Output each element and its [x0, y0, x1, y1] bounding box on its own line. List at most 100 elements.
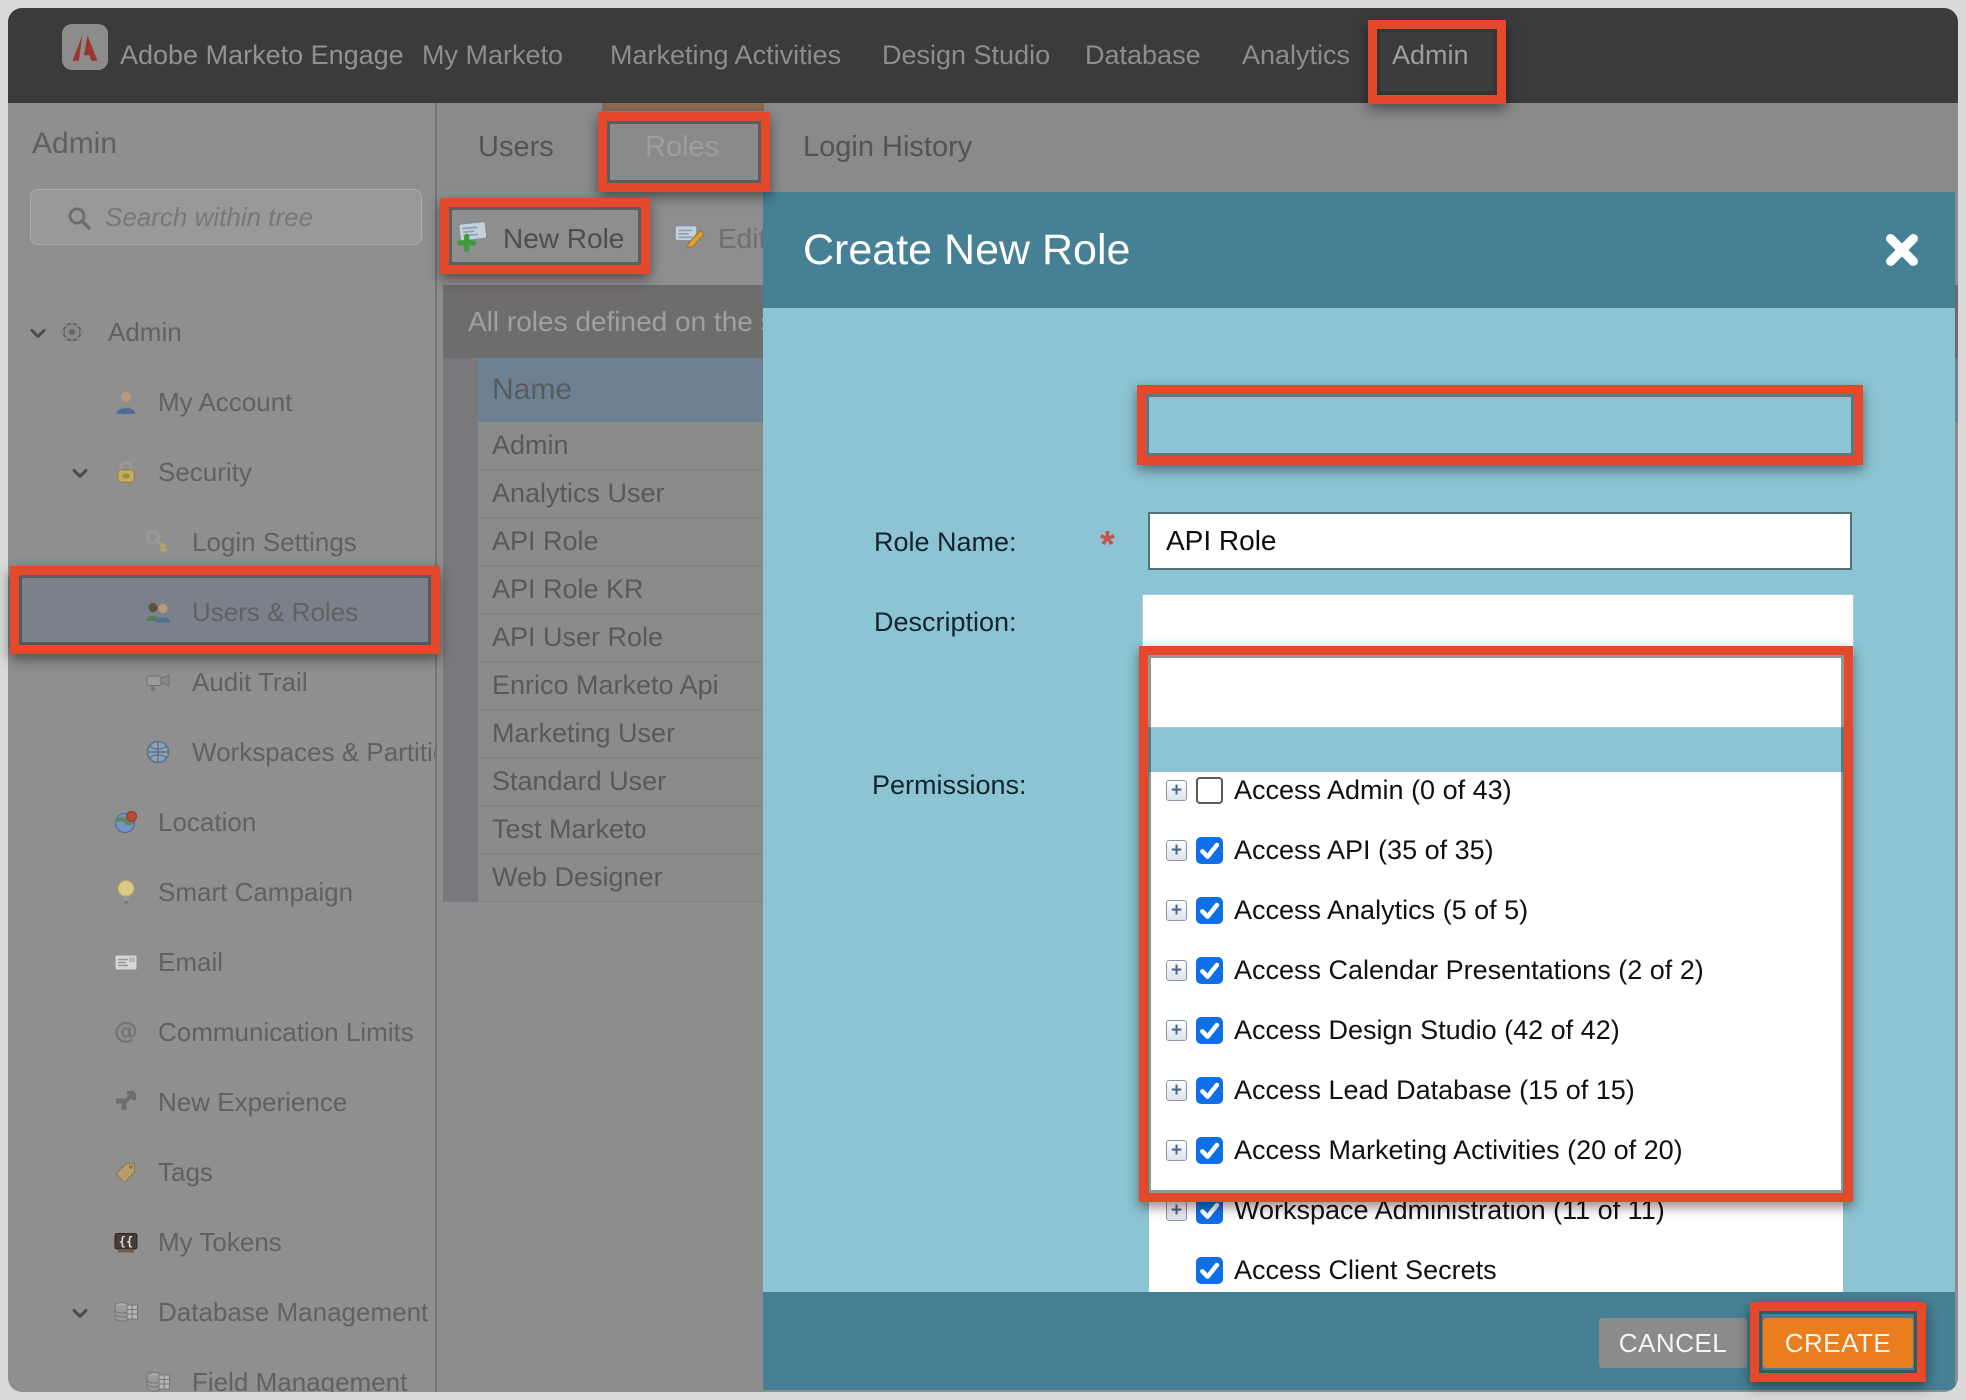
nav-item-marketing-activities[interactable]: Marketing Activities [610, 8, 841, 103]
expand-plus-icon[interactable]: + [1166, 960, 1187, 981]
globe-icon [144, 738, 172, 766]
sidebar-item-label: Login Settings [192, 507, 357, 577]
tab-login-history[interactable]: Login History [803, 103, 972, 192]
permission-row-workspace-administration-11-of-11: + Workspace Administration (11 of 11) [1149, 1192, 1843, 1228]
checkbox-checked[interactable] [1196, 1197, 1223, 1224]
permission-label: Access Admin (0 of 43) [1234, 772, 1512, 808]
sidebar-item-label: My Tokens [158, 1207, 282, 1277]
permission-row-access-lead-database-15-of-15: + Access Lead Database (15 of 15) [1149, 1072, 1843, 1108]
checkbox-checked[interactable] [1196, 957, 1223, 984]
globe-pin-icon [112, 808, 140, 836]
sidebar-item-label: My Account [158, 367, 292, 437]
search-icon [65, 204, 93, 237]
sidebar-item-label: Location [158, 787, 256, 857]
edit-icon [672, 219, 708, 258]
expand-plus-icon[interactable]: + [1166, 840, 1187, 861]
sidebar-item-label: Users & Roles [192, 577, 358, 647]
tab-users[interactable]: Users [478, 103, 554, 192]
new-role-button[interactable]: New Role [455, 192, 624, 285]
brand-title: Adobe Marketo Engage [120, 8, 404, 103]
description-input[interactable] [1142, 594, 1854, 728]
sidebar-item-label: Tags [158, 1137, 213, 1207]
nav-item-my-marketo[interactable]: My Marketo [422, 8, 563, 103]
tree-search-box[interactable] [30, 189, 422, 245]
nav-item-design-studio[interactable]: Design Studio [882, 8, 1050, 103]
sidebar-item-label: Field Management [192, 1347, 407, 1392]
create-new-role-modal: Role Name: Description: Permissions: * +… [763, 192, 1955, 1390]
nav-item-analytics[interactable]: Analytics [1242, 8, 1350, 103]
checkbox-checked[interactable] [1196, 1077, 1223, 1104]
sidebar-item-users-roles[interactable]: Users & Roles [8, 577, 437, 647]
modal-title: Create New Role [803, 226, 1130, 275]
cancel-button[interactable]: CANCEL [1599, 1318, 1747, 1368]
sidebar-item-my-account[interactable]: My Account [8, 367, 437, 437]
checkbox-unchecked[interactable] [1196, 777, 1223, 804]
sidebar-item-my-tokens[interactable]: {{My Tokens [8, 1207, 437, 1277]
sidebar-item-label: Audit Trail [192, 647, 308, 717]
create-button[interactable]: CREATE [1763, 1318, 1913, 1368]
expand-plus-icon[interactable]: + [1166, 900, 1187, 921]
bulb-icon [112, 878, 140, 906]
new-role-icon [455, 218, 493, 259]
expand-plus-icon[interactable]: + [1166, 1140, 1187, 1161]
sidebar-item-email[interactable]: Email [8, 927, 437, 997]
sidebar-item-label: Workspaces & Partitions [192, 717, 437, 787]
checkbox-checked[interactable] [1196, 1257, 1223, 1284]
permission-row-access-marketing-activities-20-of-20: +Access Marketing Activities (20 of 20) [1149, 1132, 1843, 1168]
adobe-logo[interactable] [62, 24, 108, 70]
permission-label: Access Design Studio (42 of 42) [1234, 1012, 1620, 1048]
chevron-down-icon[interactable] [68, 461, 92, 485]
sidebar-item-workspaces-partitions[interactable]: Workspaces & Partitions [8, 717, 437, 787]
sidebar-item-label: Security [158, 437, 252, 507]
at-icon: @ [112, 1018, 140, 1046]
edit-role-button[interactable]: Edit [672, 192, 766, 285]
modal-header: Create New Role [763, 192, 1955, 308]
sidebar-item-audit-trail[interactable]: Audit Trail [8, 647, 437, 717]
sidebar-item-communication-limits[interactable]: @Communication Limits [8, 997, 437, 1067]
required-marker: * [1100, 524, 1115, 567]
users-icon [144, 598, 172, 626]
permission-row-access-api-35-of-35: +Access API (35 of 35) [1149, 832, 1843, 868]
permissions-label: Permissions: [872, 770, 1027, 801]
checkbox-checked[interactable] [1196, 1017, 1223, 1044]
sidebar-item-security[interactable]: Security [8, 437, 437, 507]
sidebar-item-new-experience[interactable]: New Experience [8, 1067, 437, 1137]
sidebar-item-login-settings[interactable]: Login Settings [8, 507, 437, 577]
chevron-down-icon[interactable] [68, 1301, 92, 1325]
permission-label: Workspace Administration (11 of 11) [1234, 1192, 1665, 1228]
sidebar-item-field-management[interactable]: Field Management [8, 1347, 437, 1392]
arrow-icon [112, 1088, 140, 1116]
sidebar-item-label: Database Management [158, 1277, 428, 1347]
permission-label: Access Calendar Presentations (2 of 2) [1234, 952, 1704, 988]
role-name-label: Role Name: [874, 527, 1017, 558]
adobe-a-icon [69, 31, 101, 63]
sidebar-item-location[interactable]: Location [8, 787, 437, 857]
database-icon [112, 1298, 140, 1326]
expand-plus-icon[interactable]: + [1166, 780, 1187, 801]
envelope-icon [112, 948, 140, 976]
nav-item-database[interactable]: Database [1085, 8, 1201, 103]
modal-footer: CANCEL CREATE [763, 1292, 1955, 1390]
permission-label: Access Lead Database (15 of 15) [1234, 1072, 1635, 1108]
checkbox-checked[interactable] [1196, 837, 1223, 864]
chevron-down-icon[interactable] [26, 321, 50, 345]
admin-sidebar: Admin AdminMy AccountSecurityLogin Setti… [8, 103, 437, 1392]
sidebar-item-database-management[interactable]: Database Management [8, 1277, 437, 1347]
checkbox-checked[interactable] [1196, 1137, 1223, 1164]
lock-icon [112, 458, 140, 486]
person-icon [112, 388, 140, 416]
expand-plus-icon[interactable]: + [1166, 1200, 1187, 1221]
expand-plus-icon[interactable]: + [1166, 1020, 1187, 1041]
nav-item-admin[interactable]: Admin [1392, 8, 1469, 103]
sidebar-item-smart-campaign[interactable]: Smart Campaign [8, 857, 437, 927]
role-name-input[interactable] [1148, 512, 1852, 570]
checkbox-checked[interactable] [1196, 897, 1223, 924]
close-icon[interactable] [1885, 233, 1919, 267]
search-input[interactable] [105, 194, 405, 240]
permission-row-access-calendar-presentations-2-of-2: + Access Calendar Presentations (2 of 2) [1149, 952, 1843, 988]
sidebar-item-tags[interactable]: Tags [8, 1137, 437, 1207]
sidebar-item-admin[interactable]: Admin [8, 297, 437, 367]
tab-roles[interactable]: Roles [645, 103, 719, 192]
permissions-panel: + Access Admin (0 of 43) +Access API (35 o… [1149, 772, 1843, 1308]
expand-plus-icon[interactable]: + [1166, 1080, 1187, 1101]
